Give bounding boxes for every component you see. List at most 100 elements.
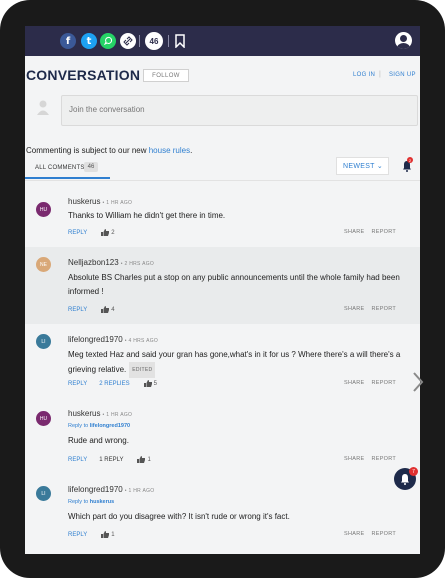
report-button[interactable]: REPORT (371, 531, 396, 537)
comment-actions: REPLY 1 REPLY 1 (68, 456, 151, 463)
like-button[interactable]: 2 (101, 229, 115, 236)
comment-item: LI lifelongred1970 • 4 HRS AGO Meg texted… (25, 324, 420, 397)
reply-to-label: Reply to lifelongred1970 (68, 423, 130, 429)
reply-button[interactable]: REPLY (68, 230, 87, 236)
chevron-down-icon: ⌄ (376, 163, 383, 170)
thumbs-up-icon (101, 229, 110, 236)
join-conversation-input[interactable]: Join the conversation (61, 95, 418, 126)
like-button[interactable]: 1 (101, 531, 115, 538)
avatar[interactable]: LI (36, 334, 51, 349)
comment-username[interactable]: lifelongred1970 (68, 485, 123, 494)
rules-prefix: Commenting is subject to our new (26, 146, 149, 155)
screen: f t 46 CONVERSATION FOLLOW LOG IN | SIGN… (25, 26, 420, 554)
share-button[interactable]: SHARE (344, 380, 364, 386)
signup-link[interactable]: SIGN UP (389, 72, 416, 78)
reply-to-prefix: Reply to (68, 499, 89, 505)
view-replies-button[interactable]: 1 REPLY (99, 457, 123, 463)
reply-button[interactable]: REPLY (68, 532, 87, 538)
reply-to-label: Reply to huskerus (68, 499, 114, 505)
comment-time: • 1 HR AGO (102, 412, 133, 418)
comment-text: Rude and wrong. (68, 436, 129, 445)
like-button[interactable]: 1 (137, 456, 151, 463)
sort-dropdown[interactable]: NEWEST ⌄ (336, 157, 389, 175)
share-button[interactable]: SHARE (344, 229, 364, 235)
divider (139, 35, 140, 47)
comment-time: • 1 HR AGO (102, 200, 133, 206)
reply-button[interactable]: REPLY (68, 381, 87, 387)
reply-to-prefix: Reply to (68, 423, 89, 429)
thumbs-up-icon (101, 531, 110, 538)
comment-item: LI lifelongred1970 • 1 HR AGO Reply to hu… (25, 473, 420, 554)
comment-username[interactable]: huskerus (68, 197, 100, 206)
rules-suffix: . (190, 146, 193, 155)
reply-to-user[interactable]: lifelongred1970 (90, 423, 130, 429)
comment-actions: REPLY 1 (68, 531, 115, 538)
report-button[interactable]: REPORT (371, 306, 396, 312)
comment-time: • 4 HRS AGO (124, 338, 159, 344)
reply-to-user[interactable]: huskerus (90, 499, 114, 505)
avatar[interactable]: HU (36, 202, 51, 217)
link-icon[interactable] (120, 33, 136, 49)
bookmark-icon[interactable] (175, 34, 185, 48)
comment-actions: REPLY 2 REPLIES 5 (68, 380, 157, 387)
comment-text: Meg texted Haz and said your gran has go… (68, 348, 408, 378)
facebook-icon[interactable]: f (60, 33, 76, 49)
report-button[interactable]: REPORT (371, 456, 396, 462)
comment-header: lifelongred1970 • 4 HRS AGO (68, 335, 158, 344)
tab-all-comments[interactable]: ALL COMMENTS 46 (25, 159, 110, 179)
share-button[interactable]: SHARE (344, 306, 364, 312)
login-link[interactable]: LOG IN (353, 72, 375, 78)
comment-secondary-actions: SHARE REPORT (344, 380, 396, 386)
divider (168, 35, 169, 47)
comment-username[interactable]: Nelljazbon123 (68, 258, 119, 267)
avatar[interactable]: HU (36, 411, 51, 426)
share-button[interactable]: SHARE (344, 531, 364, 537)
like-count: 4 (111, 306, 115, 313)
comment-username[interactable]: huskerus (68, 409, 100, 418)
view-replies-button[interactable]: 2 REPLIES (99, 381, 129, 387)
share-button[interactable]: SHARE (344, 456, 364, 462)
tab-all-comments-label: ALL COMMENTS (35, 165, 85, 171)
reply-button[interactable]: REPLY (68, 307, 87, 313)
like-button[interactable]: 5 (143, 380, 157, 387)
share-bar: f t 46 (25, 26, 420, 56)
tab-count-badge: 46 (84, 162, 98, 172)
avatar[interactable]: NE (36, 257, 51, 272)
account-icon[interactable] (395, 32, 412, 49)
like-count: 1 (147, 456, 151, 463)
like-button[interactable]: 4 (101, 306, 115, 313)
avatar[interactable]: LI (36, 486, 51, 501)
tablet-frame: f t 46 CONVERSATION FOLLOW LOG IN | SIGN… (0, 0, 445, 578)
comment-item: HU huskerus • 1 HR AGO Thanks to William … (25, 181, 420, 247)
comment-secondary-actions: SHARE REPORT (344, 306, 396, 312)
comment-body: Meg texted Haz and said your gran has go… (68, 350, 401, 374)
whatsapp-icon[interactable] (100, 33, 116, 49)
comment-header: huskerus • 1 HR AGO (68, 197, 132, 206)
twitter-icon[interactable]: t (81, 33, 97, 49)
comment-item: HU huskerus • 1 HR AGO Reply to lifelongr… (25, 397, 420, 473)
fab-badge: 7 (409, 467, 418, 476)
comment-count-icon[interactable]: 46 (145, 32, 163, 50)
comment-text: Which part do you disagree with? It isn'… (68, 512, 290, 521)
like-count: 1 (111, 531, 115, 538)
like-count: 5 (153, 380, 157, 387)
sort-label: NEWEST (343, 163, 375, 170)
report-button[interactable]: REPORT (371, 380, 396, 386)
user-placeholder-icon (37, 100, 49, 115)
comment-secondary-actions: SHARE REPORT (344, 531, 396, 537)
reply-button[interactable]: REPLY (68, 457, 87, 463)
login-separator: | (379, 71, 381, 78)
comment-secondary-actions: SHARE REPORT (344, 229, 396, 235)
comment-username[interactable]: lifelongred1970 (68, 335, 123, 344)
comment-secondary-actions: SHARE REPORT (344, 456, 396, 462)
comment-text: Absolute BS Charles put a stop on any pu… (68, 273, 400, 296)
comment-text: Thanks to William he didn't get there in… (68, 211, 226, 220)
house-rules-link[interactable]: house rules (149, 146, 190, 155)
comment-item: NE Nelljazbon123 • 2 HRS AGO Absolute BS … (25, 247, 420, 324)
comment-header: huskerus • 1 HR AGO (68, 409, 132, 418)
follow-button[interactable]: FOLLOW (143, 69, 189, 82)
thumbs-up-icon (101, 306, 110, 313)
report-button[interactable]: REPORT (371, 229, 396, 235)
chevron-right-icon[interactable] (412, 371, 424, 393)
comment-actions: REPLY 2 (68, 229, 115, 236)
